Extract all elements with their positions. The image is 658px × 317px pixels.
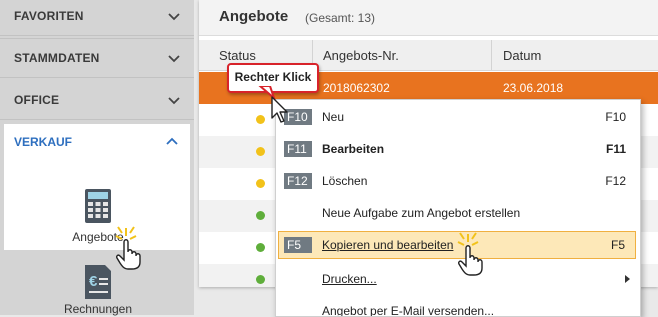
menu-item-label: Bearbeiten bbox=[322, 142, 385, 156]
menu-item-label: Drucken... bbox=[322, 272, 377, 286]
verkauf-panel: VERKAUF Angebote bbox=[4, 124, 190, 250]
menu-item-label: Angebot per E-Mail versenden... bbox=[322, 304, 495, 317]
shortcut-badge: F12 bbox=[284, 173, 312, 189]
calculator-icon bbox=[85, 189, 111, 223]
menu-item-loeschen[interactable]: F12 Löschen F12 bbox=[278, 167, 636, 195]
callout-label: Rechter Klick bbox=[234, 70, 312, 84]
menu-item-label: Neue Aufgabe zum Angebot erstellen bbox=[322, 206, 521, 220]
menu-item-shortcut: F5 bbox=[610, 238, 625, 252]
window-title-bar: Angebote (Gesamt: 13) bbox=[199, 0, 658, 36]
cell-datum: 23.06.2018 bbox=[503, 81, 564, 95]
menu-item-email[interactable]: Angebot per E-Mail versenden... bbox=[278, 297, 636, 317]
nav-section-office[interactable]: OFFICE bbox=[0, 80, 194, 120]
column-header-datum[interactable]: Datum bbox=[503, 48, 541, 63]
tile-label: Rechnungen bbox=[63, 302, 133, 316]
menu-item-label: Kopieren und bearbeiten bbox=[322, 238, 454, 252]
menu-item-label: Löschen bbox=[322, 174, 368, 188]
page-title: Angebote bbox=[219, 8, 289, 25]
sidebar: FAVORITEN STAMMDATEN OFFICE VERKAUF Ange… bbox=[0, 0, 194, 316]
status-dot-green bbox=[256, 275, 265, 284]
hand-cursor-icon bbox=[457, 232, 483, 276]
menu-item-shortcut: F12 bbox=[605, 174, 626, 188]
column-header-status[interactable]: Status bbox=[219, 48, 256, 63]
svg-text:€: € bbox=[89, 273, 98, 290]
chevron-down-icon bbox=[168, 12, 180, 20]
shortcut-badge: F5 bbox=[284, 237, 312, 253]
nav-section-label: OFFICE bbox=[14, 92, 60, 107]
menu-item-bearbeiten[interactable]: F11 Bearbeiten F11 bbox=[278, 135, 636, 163]
menu-item-shortcut: F11 bbox=[605, 142, 626, 156]
menu-item-label: Neu bbox=[322, 110, 345, 124]
chevron-up-icon bbox=[166, 137, 178, 145]
status-dot-green bbox=[256, 211, 265, 220]
menu-item-neu[interactable]: F10 Neu F10 bbox=[278, 103, 636, 131]
shortcut-badge: F11 bbox=[284, 141, 312, 157]
arrow-cursor-icon bbox=[271, 96, 288, 123]
hand-cursor-icon bbox=[115, 226, 141, 270]
nav-section-label: VERKAUF bbox=[14, 135, 73, 149]
menu-item-shortcut: F10 bbox=[605, 110, 626, 124]
chevron-down-icon bbox=[168, 96, 180, 104]
status-dot-yellow bbox=[256, 147, 265, 156]
menu-item-neue-aufgabe[interactable]: Neue Aufgabe zum Angebot erstellen bbox=[278, 199, 636, 227]
nav-section-stammdaten[interactable]: STAMMDATEN bbox=[0, 38, 194, 78]
nav-section-label: STAMMDATEN bbox=[14, 51, 100, 65]
submenu-arrow-icon bbox=[625, 275, 630, 283]
column-divider[interactable] bbox=[491, 40, 492, 70]
cell-angebots-nr: 2018062302 bbox=[323, 81, 390, 95]
nav-section-verkauf[interactable]: VERKAUF bbox=[4, 124, 190, 160]
context-menu: F10 Neu F10 F11 Bearbeiten F11 F12 Lösch… bbox=[275, 99, 641, 317]
status-dot-yellow bbox=[256, 179, 265, 188]
nav-section-favoriten[interactable]: FAVORITEN bbox=[0, 0, 194, 36]
column-header-angebots-nr[interactable]: Angebots-Nr. bbox=[323, 48, 399, 63]
status-dot-green bbox=[256, 243, 265, 252]
chevron-down-icon bbox=[168, 55, 180, 63]
total-count: (Gesamt: 13) bbox=[305, 11, 376, 25]
invoice-euro-icon: € bbox=[85, 265, 111, 299]
nav-section-label: FAVORITEN bbox=[14, 8, 84, 23]
